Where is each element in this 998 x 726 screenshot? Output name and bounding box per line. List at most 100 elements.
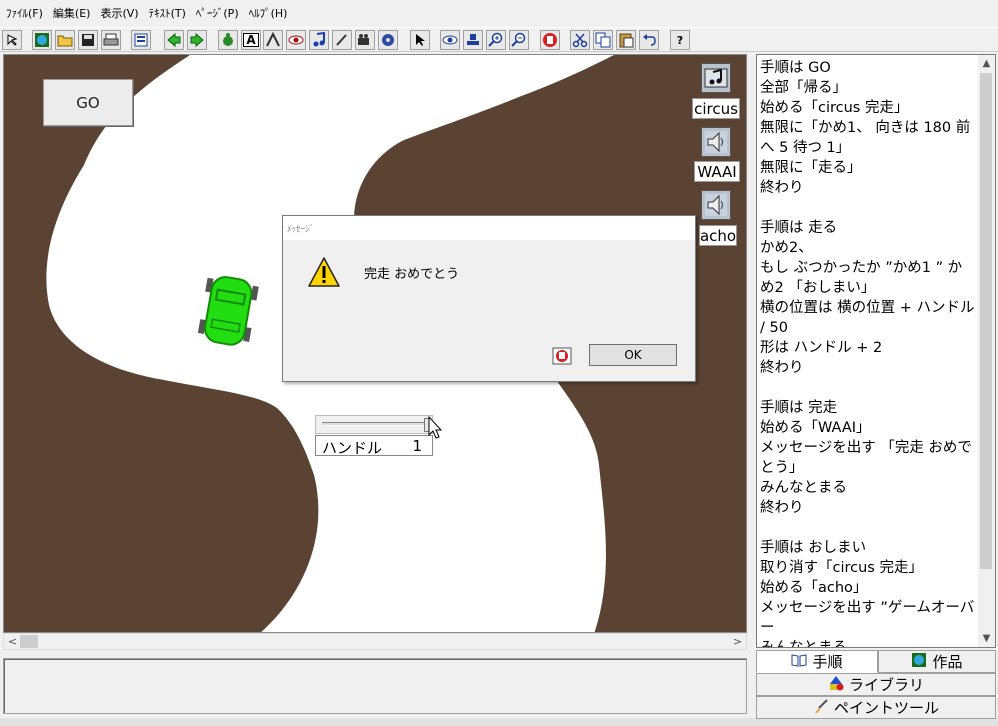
slider-tool-button[interactable]: [263, 30, 283, 50]
application-window: ﾌｧｲﾙ(F) 編集(E) 表示(V) ﾃｷｽﾄ(T) ﾍﾟｰｼﾞ(P) ﾍﾙﾌ…: [0, 0, 998, 726]
folder-icon: [57, 35, 73, 47]
speaker-icon: [705, 194, 727, 216]
sound-label-waai: WAAI: [694, 161, 740, 182]
dialog-message: 完走 おめでとう: [364, 267, 460, 282]
globe-icon: [35, 33, 49, 47]
scroll-thumb[interactable]: [20, 635, 38, 648]
scissors-icon: [572, 33, 588, 48]
turtle-icon: [223, 33, 233, 46]
menu-edit[interactable]: 編集(E): [51, 5, 99, 21]
editor-vertical-scrollbar[interactable]: ▲ ▼: [978, 55, 995, 647]
music-note-icon: [704, 68, 728, 88]
undo-icon: [643, 34, 656, 46]
brush-icon: [813, 698, 829, 718]
video-camera-icon: [358, 34, 369, 45]
previous-page-button[interactable]: [164, 30, 184, 50]
tab-library[interactable]: ライブラリ: [756, 673, 996, 696]
menu-page[interactable]: ﾍﾟｰｼﾞ(P): [194, 5, 247, 21]
cut-button[interactable]: [570, 30, 590, 50]
scroll-up-icon[interactable]: ▲: [978, 55, 995, 72]
arrow-left-icon: [167, 33, 181, 47]
message-dialog: ﾒｯｾｰｼﾞ 完走 おめでとう OK: [282, 215, 696, 382]
stage-horizontal-scrollbar[interactable]: < >: [3, 633, 747, 650]
open-folder-button[interactable]: [55, 30, 75, 50]
text-tool-button[interactable]: A: [241, 30, 261, 50]
tab-works[interactable]: 作品: [878, 650, 996, 673]
page-list-button[interactable]: [131, 30, 151, 50]
zoom-in-icon: [488, 32, 503, 47]
watch-button[interactable]: [286, 30, 306, 50]
book-icon: [791, 653, 807, 671]
pen-tool-button[interactable]: [332, 30, 352, 50]
stamp-button[interactable]: [463, 30, 483, 50]
slider-groove: [322, 422, 426, 426]
floppy-disk-icon: [82, 34, 94, 46]
help-button[interactable]: ?: [670, 30, 690, 50]
stop-all-button[interactable]: [540, 30, 560, 50]
pointer-arrow-button[interactable]: [2, 30, 22, 50]
warning-icon: [308, 257, 340, 287]
turtle-tool-button[interactable]: [218, 30, 238, 50]
procedure-text[interactable]: 手順は GO 全部「帰る」 始める「circus 完走」 無限に「かめ1、 向き…: [760, 58, 975, 647]
go-button[interactable]: GO: [43, 79, 133, 126]
menu-help[interactable]: ﾍﾙﾌﾟ(H): [247, 5, 296, 21]
speaker-icon: [705, 131, 727, 153]
ok-button[interactable]: OK: [589, 344, 677, 366]
shapes-icon: [828, 675, 844, 695]
next-page-button[interactable]: [187, 30, 207, 50]
slider-name: ハンドル: [322, 439, 383, 457]
slider-tool-icon: [266, 32, 280, 47]
stop-hand-icon: [543, 33, 557, 47]
status-strip: [0, 718, 998, 726]
slider-readout: ハンドル 1: [315, 435, 433, 457]
circus-music-icon[interactable]: [701, 63, 731, 93]
music-tool-button[interactable]: [309, 30, 329, 50]
procedure-editor[interactable]: 手順は GO 全部「帰る」 始める「circus 完走」 無限に「かめ1、 向き…: [756, 54, 996, 648]
menu-view[interactable]: 表示(V): [98, 5, 146, 21]
text-tool-icon: A: [243, 33, 259, 47]
sound-label-circus: circus: [692, 98, 740, 119]
tab-paint-tool-label: ペイントツール: [833, 699, 939, 717]
view-button[interactable]: [440, 30, 460, 50]
acho-sound-icon[interactable]: [701, 190, 731, 220]
waai-sound-icon[interactable]: [701, 127, 731, 157]
music-player-button[interactable]: [378, 30, 398, 50]
slider-track[interactable]: [315, 415, 433, 434]
editor-scroll-thumb[interactable]: [980, 73, 992, 569]
zoom-out-button[interactable]: [509, 30, 529, 50]
print-button[interactable]: [101, 30, 121, 50]
slider-value: 1: [412, 437, 422, 455]
undo-button[interactable]: [639, 30, 659, 50]
eye-view-icon: [442, 35, 458, 45]
disc-icon: [382, 34, 394, 46]
sound-label-acho: acho: [699, 225, 737, 246]
pointer-icon: [7, 34, 18, 46]
new-project-button[interactable]: [32, 30, 52, 50]
tab-library-label: ライブラリ: [848, 676, 924, 694]
page-list-icon: [134, 33, 148, 47]
scroll-down-icon[interactable]: ▼: [978, 630, 995, 647]
scroll-left-icon[interactable]: <: [4, 634, 21, 649]
save-button[interactable]: [78, 30, 98, 50]
video-tool-button[interactable]: [355, 30, 375, 50]
menu-text[interactable]: ﾃｷｽﾄ(T): [147, 5, 194, 21]
message-output-area[interactable]: [3, 658, 747, 714]
mouse-cursor-icon: [428, 415, 443, 439]
handle-slider[interactable]: ハンドル 1: [315, 415, 435, 457]
paste-button[interactable]: [616, 30, 636, 50]
pen-icon: [336, 34, 347, 46]
menu-file[interactable]: ﾌｧｲﾙ(F): [4, 5, 51, 21]
stamp-icon: [467, 34, 479, 45]
track-ground-left: [4, 55, 319, 632]
eye-icon: [288, 35, 304, 45]
scroll-right-icon[interactable]: >: [729, 634, 746, 649]
toolbar: A ?: [0, 27, 998, 52]
select-arrow-button[interactable]: [410, 30, 430, 50]
zoom-in-button[interactable]: [486, 30, 506, 50]
copy-button[interactable]: [593, 30, 613, 50]
tab-works-label: 作品: [932, 653, 963, 671]
green-car-sprite[interactable]: [194, 270, 264, 355]
tab-paint-tool[interactable]: ペイントツール: [756, 696, 996, 719]
stop-hand-icon: [552, 347, 572, 365]
tab-procedures[interactable]: 手順: [756, 650, 878, 673]
